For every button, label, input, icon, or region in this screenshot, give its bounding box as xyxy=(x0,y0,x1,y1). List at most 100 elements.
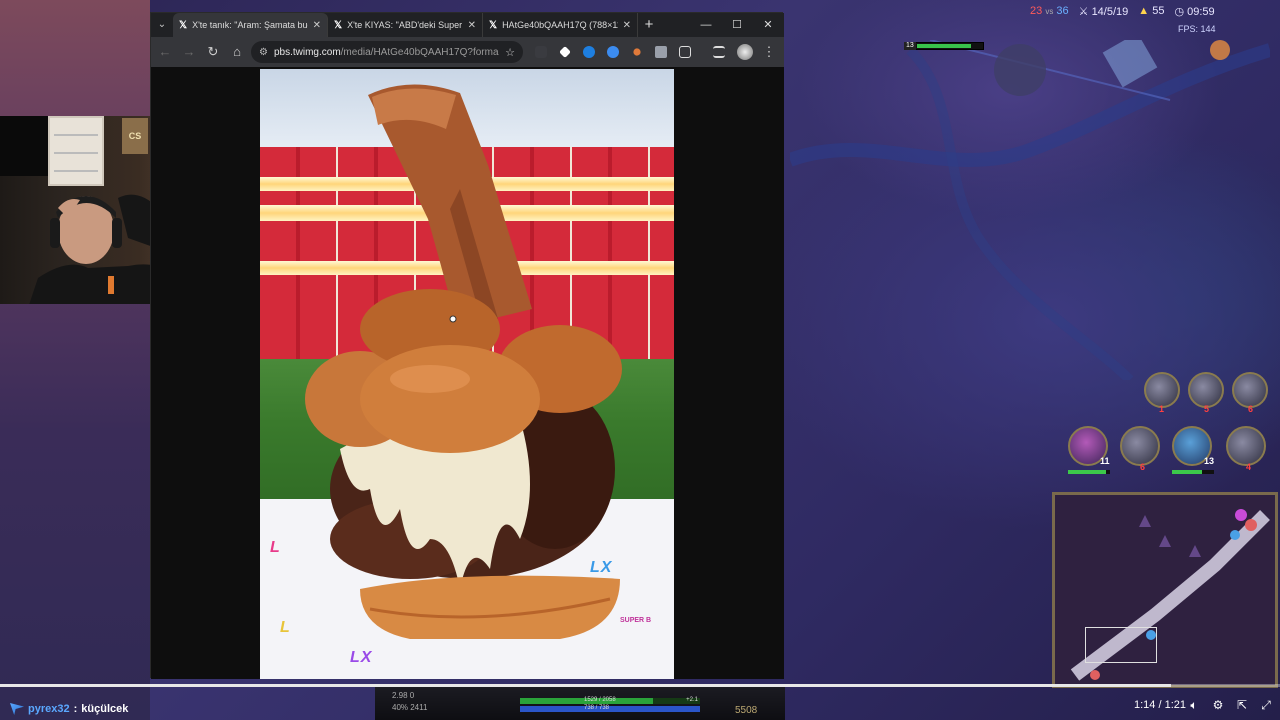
video-progress-bar[interactable] xyxy=(0,684,1280,687)
team-portrait-2[interactable] xyxy=(1120,426,1160,466)
team-portrait-4[interactable] xyxy=(1226,426,1266,466)
team-portrait-level-4: 4 xyxy=(1246,462,1252,472)
cs-text: 55 xyxy=(1152,5,1165,17)
home-icon[interactable]: ⌂ xyxy=(225,40,249,64)
tab-2-title: X'te KIYAS: "ABD'deki Super B xyxy=(347,20,463,30)
volume-icon[interactable]: 🔈︎ xyxy=(1186,697,1202,713)
game-clock: ◷ 09:59 xyxy=(1174,5,1214,18)
team-portrait-level-1: 11 xyxy=(1100,456,1110,466)
chat-text: küçülcek xyxy=(81,703,129,715)
top-portrait-level-2: 5 xyxy=(1204,404,1210,414)
tab-close-icon[interactable]: ✕ xyxy=(468,20,476,31)
top-portrait-3[interactable] xyxy=(1232,372,1268,408)
burger-photo[interactable]: L LX LX L SUPER B xyxy=(260,69,674,679)
clock-icon: ◷ xyxy=(1174,5,1185,18)
health-text: 1529 / 2058 xyxy=(584,697,616,703)
stream-scene: 23 vs 36 ⚔ 14/5/19 ▲ 55 ◷ 09:59 FPS: 144… xyxy=(0,0,1280,720)
mana-text: 738 / 738 xyxy=(584,705,610,711)
webcam-shelf xyxy=(48,116,104,186)
tab-3-title: HAtGe40bQAAH17Q (788×11 xyxy=(502,20,618,30)
team-portrait-level-2: 6 xyxy=(1140,462,1146,472)
champion-level: 13 xyxy=(904,42,916,50)
fullscreen-icon[interactable]: ⤢ xyxy=(1258,697,1274,713)
video-progress-fill xyxy=(0,684,1172,687)
game-left-panel xyxy=(0,0,150,720)
top-portrait-level-3: 6 xyxy=(1248,404,1254,414)
popout-icon[interactable]: ⇱ xyxy=(1234,697,1250,713)
chat-username[interactable]: pyrex32 xyxy=(28,703,70,715)
red-kills: 23 xyxy=(1030,5,1043,17)
tab-strip: ⌄ 𝕏 X'te tanık: "Aram: Şamata bug ✕ 𝕏 X'… xyxy=(151,13,784,37)
url-path: /media/HAtGe40bQAAH17Q?forma… xyxy=(340,46,500,58)
extension-blue-icon[interactable] xyxy=(607,46,619,58)
minimap[interactable] xyxy=(1052,492,1278,688)
vs-label: vs xyxy=(1045,7,1054,16)
webcam-monitor xyxy=(0,116,50,176)
stats-row-1: 2.98 0 xyxy=(392,691,415,700)
team-portrait-hp-3 xyxy=(1172,470,1214,474)
top-portrait-1[interactable] xyxy=(1144,372,1180,408)
bookmark-star-icon[interactable]: ☆ xyxy=(505,46,515,59)
settings-gear-icon[interactable]: ⚙ xyxy=(1210,697,1226,713)
browser-window[interactable]: ⌄ 𝕏 X'te tanık: "Aram: Şamata bug ✕ 𝕏 X'… xyxy=(150,12,784,679)
extensions-puzzle-icon[interactable] xyxy=(679,46,691,58)
player-mana-bar: 738 / 738 xyxy=(520,705,700,712)
tab-2[interactable]: 𝕏 X'te KIYAS: "ABD'deki Super B ✕ xyxy=(328,13,483,37)
hud-scoreboard: 23 vs 36 ⚔ 14/5/19 ▲ 55 ◷ 09:59 xyxy=(1030,2,1280,20)
tab-close-icon[interactable]: ✕ xyxy=(313,20,321,31)
url-text: pbs.twimg.com/media/HAtGe40bQAAH17Q?form… xyxy=(274,47,499,58)
minimap-camera-frame[interactable] xyxy=(1085,627,1157,663)
tab-1[interactable]: 𝕏 X'te tanık: "Aram: Şamata bug ✕ xyxy=(173,13,328,37)
menu-kebab-icon[interactable]: ⋮ xyxy=(757,40,781,64)
minimize-button[interactable]: — xyxy=(691,13,721,37)
kda-icon: ⚔ xyxy=(1078,5,1089,18)
reload-icon[interactable]: ↻ xyxy=(201,40,225,64)
champion-health-bar xyxy=(904,42,984,50)
close-window-button[interactable]: ✕ xyxy=(753,13,783,37)
stats-row-2: 40% 2411 xyxy=(392,703,428,712)
webcam-poster: CS xyxy=(122,118,148,154)
fps-counter: FPS: 144 xyxy=(1178,24,1216,34)
extension-icon-1[interactable] xyxy=(535,46,547,58)
reading-list-icon[interactable] xyxy=(713,46,725,58)
team-portrait-hp-1 xyxy=(1068,470,1110,474)
new-tab-button[interactable]: + xyxy=(638,13,660,37)
browser-toolbar: ← → ↻ ⌂ ⚙ pbs.twimg.com/media/HAtGe40bQA… xyxy=(151,37,784,67)
chat-separator: : xyxy=(73,703,78,715)
top-portrait-level-1: 1 xyxy=(1159,404,1165,414)
profile-avatar[interactable] xyxy=(737,44,753,60)
extension-wave-icon[interactable] xyxy=(583,46,595,58)
top-portrait-2[interactable] xyxy=(1188,372,1224,408)
team-portrait-level-3: 13 xyxy=(1204,456,1215,466)
health-regen: +2.1 xyxy=(686,697,698,703)
x-logo-icon: 𝕏 xyxy=(179,19,188,31)
tab-search-chevron-icon[interactable]: ⌄ xyxy=(151,13,173,37)
cs-icon: ▲ xyxy=(1138,5,1150,17)
video-time: 1:14 / 1:21 xyxy=(1134,699,1186,711)
burger-with-bone xyxy=(305,84,622,639)
address-bar[interactable]: ⚙ pbs.twimg.com/media/HAtGe40bQAAH17Q?fo… xyxy=(251,41,523,63)
extension-orange-icon[interactable] xyxy=(633,48,641,56)
gold-counter: 5508 xyxy=(735,705,758,716)
url-host: pbs.twimg.com xyxy=(273,46,341,58)
player-health-bar: 1529 / 2058 +2.1 xyxy=(520,697,700,704)
river-lanes xyxy=(790,40,1270,380)
cs-value: ▲ 55 xyxy=(1138,5,1164,17)
chat-cursor-icon xyxy=(10,703,24,715)
tab-3[interactable]: 𝕏 HAtGe40bQAAH17Q (788×11 ✕ xyxy=(483,13,638,37)
forward-arrow-icon[interactable]: → xyxy=(177,40,201,64)
blue-kills: 36 xyxy=(1056,5,1069,17)
chat-message: pyrex32 : küçülcek xyxy=(10,703,128,715)
maximize-button[interactable]: ☐ xyxy=(722,13,752,37)
page-viewport: L LX LX L SUPER B xyxy=(151,67,784,679)
game-bottom-hud: 2.98 0 40% 2411 1529 / 2058 +2.1 738 / 73… xyxy=(375,686,785,720)
back-arrow-icon[interactable]: ← xyxy=(153,40,177,64)
kda-value: ⚔ 14/5/19 xyxy=(1079,5,1129,18)
site-info-icon[interactable]: ⚙ xyxy=(259,47,268,58)
extension-diamond-icon[interactable] xyxy=(559,46,571,58)
x-logo-icon: 𝕏 xyxy=(334,19,343,31)
x-logo-icon: 𝕏 xyxy=(489,19,498,31)
tab-close-icon[interactable]: ✕ xyxy=(623,20,631,31)
clock-text: 09:59 xyxy=(1187,5,1215,18)
extension-grid-icon[interactable] xyxy=(655,46,667,58)
